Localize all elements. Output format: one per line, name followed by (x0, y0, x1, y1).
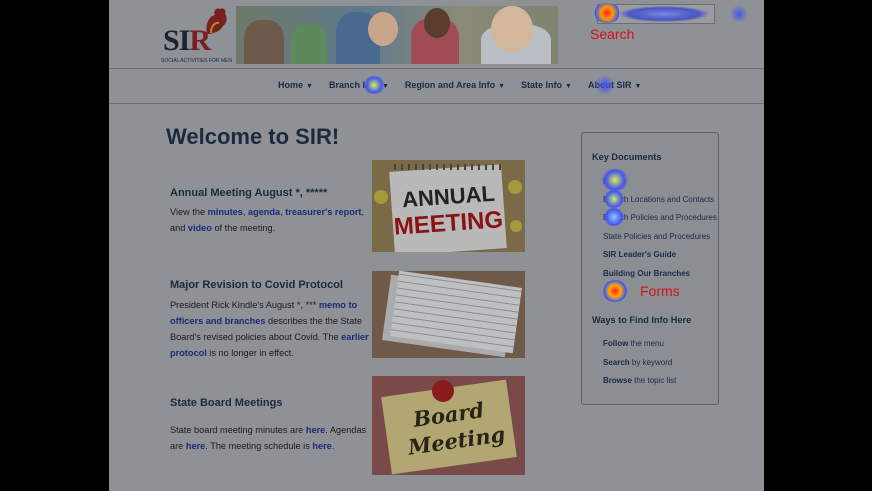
nav-item-region-area-info[interactable]: Region and Area Info ▼ (405, 80, 505, 90)
state-board-heading: State Board Meetings (170, 397, 283, 409)
caret-down-icon: ▼ (381, 83, 389, 90)
sidebar-link-follow-menu[interactable]: Follow the menu (603, 339, 664, 348)
header-banner-photo (236, 6, 558, 64)
sidebar-link-state-policies[interactable]: State Policies and Procedures (603, 232, 710, 241)
caret-down-icon: ▼ (498, 83, 506, 90)
annual-meeting-text: View the minutes, agenda, treasurer's re… (170, 207, 365, 233)
nav-item-branch-info[interactable]: Branch Info ▼ (329, 80, 389, 90)
nav-item-about-sir[interactable]: About SIR ▼ (588, 80, 641, 90)
agendas-here-link[interactable]: here (186, 441, 205, 451)
sidebar-link-branch-policies[interactable]: Branch Policies and Procedures (603, 213, 717, 222)
board-meeting-image: Board Meeting (372, 376, 525, 475)
ways-to-find-heading: Ways to Find Info Here (592, 315, 692, 325)
state-board-text: State board meeting minutes are here. Ag… (170, 425, 367, 451)
nav-item-state-info[interactable]: State Info ▼ (521, 80, 572, 90)
schedule-here-link[interactable]: here (312, 441, 331, 451)
page-title: Welcome to SIR! (166, 124, 340, 149)
covid-protocol-heading: Major Revision to Covid Protocol (170, 279, 343, 291)
sidebar-link-forms[interactable]: Forms (603, 177, 626, 186)
search-annotation-label: Search (590, 26, 635, 42)
search-input[interactable] (597, 4, 715, 24)
caret-down-icon: ▼ (565, 83, 572, 90)
sidebar-link-search-keyword[interactable]: Search by keyword (603, 358, 672, 367)
sidebar-link-browse-topics[interactable]: Browse the topic list (603, 376, 676, 385)
video-link[interactable]: video (188, 223, 212, 233)
sir-logo[interactable]: SIR SOCIAL ACTIVITIES FOR MEN (161, 6, 232, 64)
logo-text: SIR (163, 24, 211, 57)
minutes-here-link[interactable]: here (306, 425, 325, 435)
sidebar-link-leaders-guide[interactable]: SIR Leader's Guide (603, 250, 676, 259)
annual-meeting-heading: Annual Meeting August *, ***** (170, 187, 328, 199)
page: SIR SOCIAL ACTIVITIES FOR MEN Search Hom… (109, 0, 764, 491)
annual-meeting-image: ANNUAL MEETING (372, 160, 525, 252)
nav-item-home[interactable]: Home ▼ (278, 80, 313, 90)
covid-protocol-text: President Rick Kindle's August *, *** me… (170, 300, 369, 358)
agenda-link[interactable]: agenda (248, 207, 280, 217)
caret-down-icon: ▼ (306, 83, 313, 90)
sidebar-link-building-branches[interactable]: Building Our Branches (603, 269, 690, 278)
forms-annotation-label: Forms (640, 283, 680, 299)
sidebar-link-branch-locations[interactable]: Branch Locations and Contacts (603, 195, 714, 204)
minutes-link[interactable]: minutes (208, 207, 243, 217)
covid-form-image (372, 271, 525, 358)
treasurers-report-link[interactable]: treasurer's report (285, 207, 361, 217)
caret-down-icon: ▼ (634, 83, 642, 90)
logo-tagline: SOCIAL ACTIVITIES FOR MEN (161, 58, 232, 64)
key-documents-heading: Key Documents (592, 152, 662, 162)
main-nav: Home ▼ Branch Info ▼ Region and Area Info ▼… (109, 68, 764, 104)
site-header: SIR SOCIAL ACTIVITIES FOR MEN Search (109, 0, 764, 68)
key-documents-sidebar: Key Documents Forms Branch Locations and… (581, 132, 719, 405)
